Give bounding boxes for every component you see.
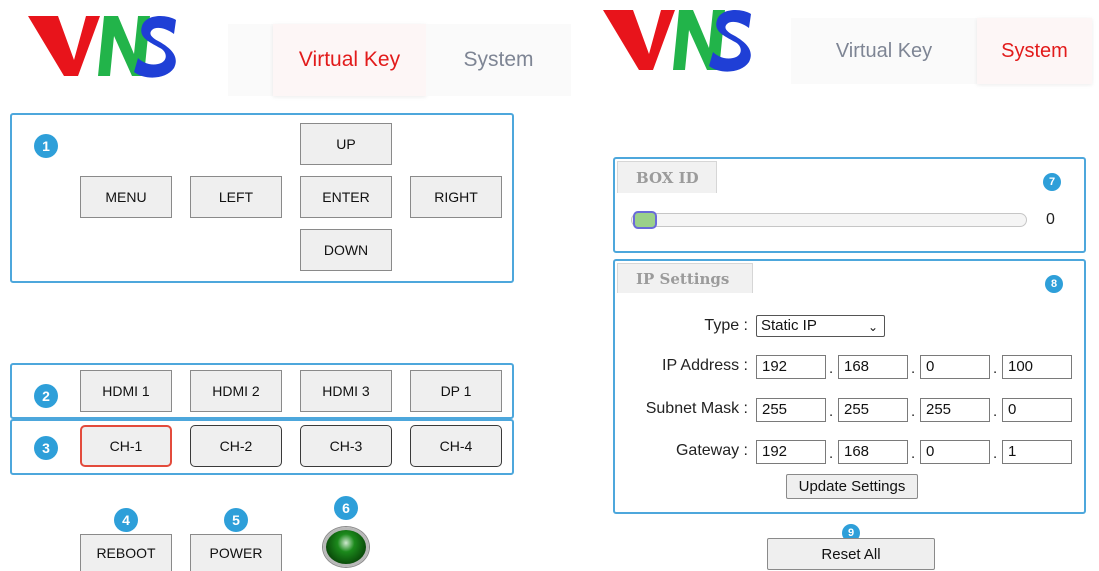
down-button[interactable]: DOWN — [300, 229, 392, 271]
menu-button[interactable]: MENU — [80, 176, 172, 218]
ip-octet-4[interactable]: 100 — [1002, 355, 1072, 379]
dot-separator: . — [829, 360, 834, 377]
input-hdmi1-button[interactable]: HDMI 1 — [80, 370, 172, 412]
box-id-value: 0 — [1046, 211, 1055, 228]
dot-separator: . — [829, 445, 834, 462]
dot-separator: . — [993, 445, 998, 462]
reset-all-button[interactable]: Reset All — [767, 538, 935, 570]
status-led — [323, 527, 369, 567]
box-id-legend: BOX ID — [617, 161, 717, 193]
top-tab-bar: Virtual Key System — [791, 18, 1092, 84]
dot-separator: . — [829, 403, 834, 420]
marker-6: 6 — [334, 496, 358, 520]
mask-octet-1[interactable]: 255 — [756, 398, 826, 422]
ip-settings-legend: IP Settings — [617, 263, 753, 293]
up-button[interactable]: UP — [300, 123, 392, 165]
reboot-button[interactable]: REBOOT — [80, 534, 172, 571]
input-hdmi3-button[interactable]: HDMI 3 — [300, 370, 392, 412]
dot-separator: . — [993, 360, 998, 377]
vns-logo — [28, 16, 176, 78]
gateway-octet-2[interactable]: 168 — [838, 440, 908, 464]
left-button[interactable]: LEFT — [190, 176, 282, 218]
mask-octet-2[interactable]: 255 — [838, 398, 908, 422]
dot-separator: . — [911, 360, 916, 377]
vns-logo — [603, 10, 751, 72]
marker-5: 5 — [224, 508, 248, 532]
dot-separator: . — [993, 403, 998, 420]
marker-1: 1 — [34, 134, 58, 158]
ip-octet-1[interactable]: 192 — [756, 355, 826, 379]
input-dp1-button[interactable]: DP 1 — [410, 370, 502, 412]
marker-2: 2 — [34, 384, 58, 408]
ip-octet-3[interactable]: 0 — [920, 355, 990, 379]
type-label: Type : — [704, 317, 748, 334]
marker-4: 4 — [114, 508, 138, 532]
subnet-mask-label: Subnet Mask : — [645, 400, 748, 417]
gateway-octet-1[interactable]: 192 — [756, 440, 826, 464]
dot-separator: . — [911, 445, 916, 462]
gateway-label: Gateway : — [675, 442, 748, 459]
update-settings-button[interactable]: Update Settings — [786, 474, 918, 499]
chevron-down-icon: ⌄ — [867, 320, 878, 334]
enter-button[interactable]: ENTER — [300, 176, 392, 218]
ip-type-value: Static IP — [761, 317, 817, 334]
marker-7: 7 — [1043, 173, 1061, 191]
ip-octet-2[interactable]: 168 — [838, 355, 908, 379]
right-button[interactable]: RIGHT — [410, 176, 502, 218]
dot-separator: . — [911, 403, 916, 420]
box-id-slider-thumb[interactable] — [633, 211, 657, 229]
tab-spacer — [228, 24, 273, 96]
input-hdmi2-button[interactable]: HDMI 2 — [190, 370, 282, 412]
channel-ch1-button[interactable]: CH-1 — [80, 425, 172, 467]
channel-ch3-button[interactable]: CH-3 — [300, 425, 392, 467]
ip-address-label: IP Address : — [662, 357, 748, 374]
mask-octet-3[interactable]: 255 — [920, 398, 990, 422]
marker-3: 3 — [34, 436, 58, 460]
channel-ch4-button[interactable]: CH-4 — [410, 425, 502, 467]
tab-system[interactable]: System — [426, 24, 571, 96]
ip-type-select[interactable]: Static IP ⌄ — [756, 315, 885, 337]
mask-octet-4[interactable]: 0 — [1002, 398, 1072, 422]
channel-ch2-button[interactable]: CH-2 — [190, 425, 282, 467]
tab-virtual-key[interactable]: Virtual Key — [273, 24, 426, 96]
tab-system[interactable]: System — [977, 18, 1092, 84]
marker-8: 8 — [1045, 275, 1063, 293]
top-tab-bar: Virtual Key System — [228, 24, 571, 96]
box-id-slider-track[interactable] — [631, 213, 1027, 227]
power-button[interactable]: POWER — [190, 534, 282, 571]
tab-virtual-key[interactable]: Virtual Key — [791, 18, 977, 84]
gateway-octet-4[interactable]: 1 — [1002, 440, 1072, 464]
gateway-octet-3[interactable]: 0 — [920, 440, 990, 464]
